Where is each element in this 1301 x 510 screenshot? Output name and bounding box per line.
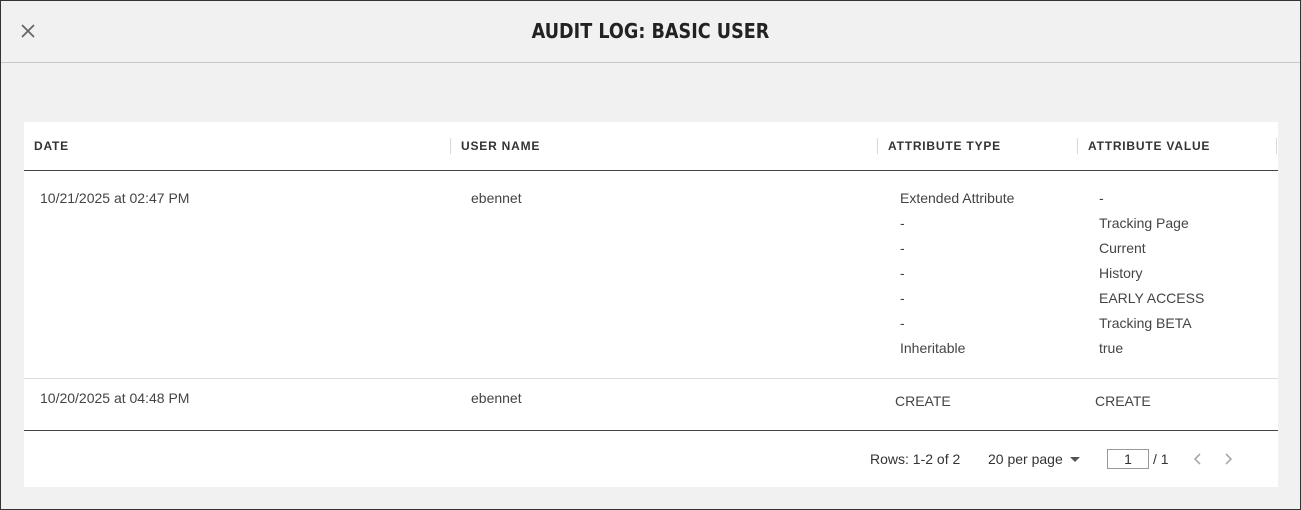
attribute-value-line: History <box>1099 265 1143 281</box>
audit-log-table: DATE USER NAME ATTRIBUTE TYPE ATTRIBUTE … <box>24 122 1278 487</box>
rows-count-label: Rows: 1-2 of 2 <box>870 451 961 467</box>
table-row[interactable]: 10/21/2025 at 02:47 PM ebennet Extended … <box>24 171 1278 379</box>
previous-page-button[interactable] <box>1189 450 1207 468</box>
next-page-button[interactable] <box>1219 450 1237 468</box>
close-icon <box>21 24 35 38</box>
column-header-attribute-type[interactable]: ATTRIBUTE TYPE <box>888 139 1001 153</box>
date-cell: 10/20/2025 at 04:48 PM <box>40 390 190 406</box>
table-header: DATE USER NAME ATTRIBUTE TYPE ATTRIBUTE … <box>24 122 1278 171</box>
per-page-dropdown[interactable]: 20 per page <box>988 451 1063 467</box>
attribute-type-line: - <box>900 265 905 281</box>
column-header-attribute-value[interactable]: ATTRIBUTE VALUE <box>1088 139 1210 153</box>
caret-down-icon[interactable] <box>1070 457 1080 462</box>
attribute-type-line: Inheritable <box>900 340 966 356</box>
column-divider[interactable] <box>450 138 451 154</box>
attribute-type-cell: Extended Attribute - - - - - Inheritable <box>900 190 1014 365</box>
page-number-input[interactable] <box>1107 449 1149 469</box>
attribute-type-line: - <box>900 240 905 256</box>
column-divider[interactable] <box>1077 138 1078 154</box>
date-cell: 10/21/2025 at 02:47 PM <box>40 190 190 206</box>
column-divider[interactable] <box>1276 138 1277 154</box>
attribute-type-line: - <box>900 215 905 231</box>
column-header-user-name[interactable]: USER NAME <box>461 139 540 153</box>
user-name-cell: ebennet <box>471 190 522 206</box>
attribute-value-line: Current <box>1099 240 1146 256</box>
attribute-type-line: - <box>900 290 905 306</box>
close-button[interactable] <box>17 20 39 42</box>
column-header-date[interactable]: DATE <box>34 139 69 153</box>
modal-header: AUDIT LOG: BASIC USER <box>1 1 1300 63</box>
attribute-value-line: Tracking Page <box>1099 215 1189 231</box>
attribute-value-line: - <box>1099 190 1104 206</box>
pagination-bar: Rows: 1-2 of 2 20 per page / 1 <box>24 431 1278 487</box>
attribute-type-cell: CREATE <box>895 393 951 409</box>
table-row[interactable]: 10/20/2025 at 04:48 PM ebennet CREATE CR… <box>24 379 1278 431</box>
chevron-right-icon <box>1225 453 1233 465</box>
attribute-type-line: - <box>900 315 905 331</box>
attribute-type-line: Extended Attribute <box>900 190 1015 206</box>
column-divider[interactable] <box>877 138 878 154</box>
chevron-left-icon <box>1193 453 1201 465</box>
user-name-cell: ebennet <box>471 390 522 406</box>
attribute-value-line: EARLY ACCESS <box>1099 290 1205 306</box>
attribute-value-line: Tracking BETA <box>1099 315 1192 331</box>
attribute-value-cell: - Tracking Page Current History EARLY AC… <box>1099 190 1204 365</box>
attribute-value-cell: CREATE <box>1095 393 1151 409</box>
modal-title: AUDIT LOG: BASIC USER <box>531 19 770 43</box>
total-pages-label: / 1 <box>1153 451 1169 467</box>
audit-log-modal: AUDIT LOG: BASIC USER DATE USER NAME ATT… <box>0 0 1301 510</box>
attribute-value-line: true <box>1099 340 1124 356</box>
